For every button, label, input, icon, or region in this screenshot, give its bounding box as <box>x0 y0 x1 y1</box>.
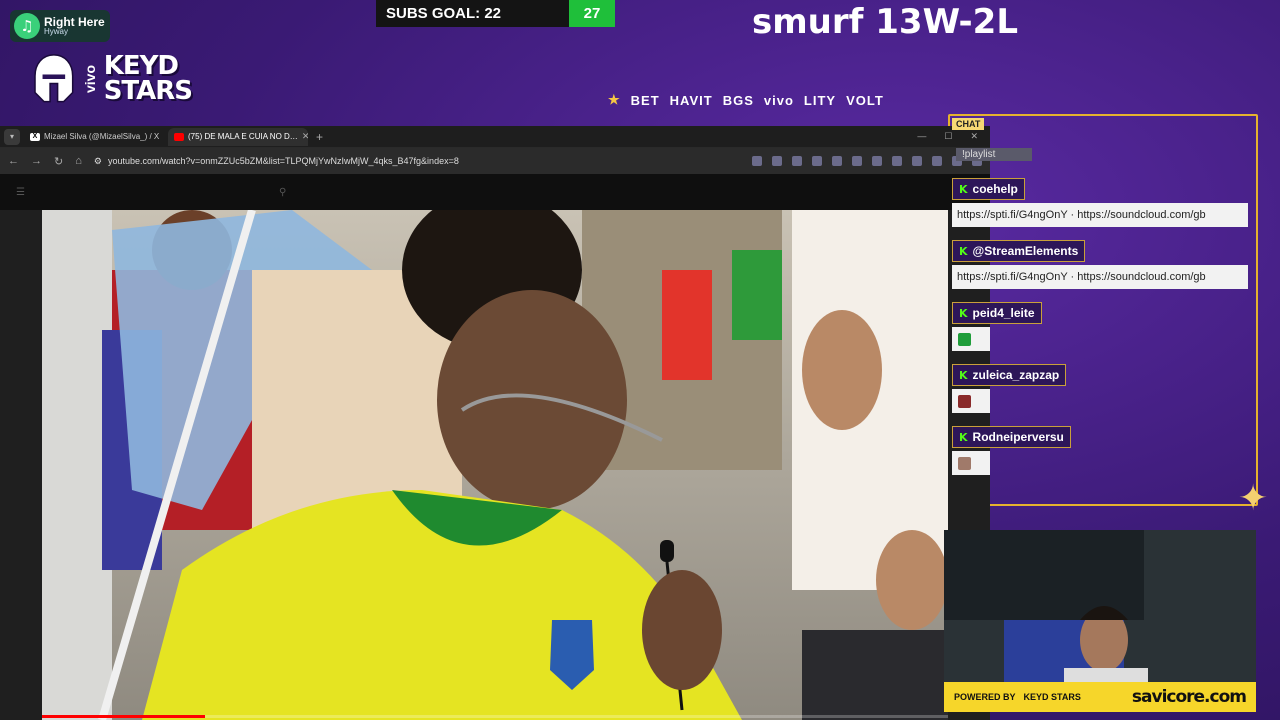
chat-message: K Rodneiperversu <box>952 426 1071 475</box>
extension-icon[interactable] <box>832 156 842 166</box>
logo-vivo-text: vivo <box>81 64 98 93</box>
username-text: @StreamElements <box>972 244 1079 258</box>
subs-goal-label: SUBS GOAL: 22 <box>376 0 569 27</box>
extension-icon[interactable] <box>792 156 802 166</box>
chat-message-text: https://spti.fi/G4ngOnY · https://soundc… <box>952 265 1248 289</box>
video-frame <box>42 210 948 720</box>
minimize-button[interactable]: — <box>917 131 926 142</box>
address-bar: ← → ↻ ⌂ ⚙ youtube.com/watch?v=onmZZUc5bZ… <box>0 148 990 174</box>
kick-badge-icon: K <box>959 244 968 258</box>
chat-username: K @StreamElements <box>952 240 1086 262</box>
search-icon[interactable]: ⚲ <box>279 187 286 198</box>
hamburger-menu-icon[interactable]: ☰ <box>16 187 25 198</box>
username-text: peid4_leite <box>972 306 1035 320</box>
url-text: youtube.com/watch?v=onmZZUc5bZM&list=TLP… <box>107 156 459 166</box>
tab-search-button[interactable]: ▾ <box>4 128 20 145</box>
webcam-panel: POWERED BY KEYD STARS savicore.com <box>944 530 1256 712</box>
tab-label: (75) DE MALA E CUIA NO D… <box>188 132 298 141</box>
extension-icon[interactable] <box>932 156 942 166</box>
music-note-icon: ♫ <box>14 13 40 39</box>
spartan-helmet-icon <box>34 54 74 103</box>
kick-badge-icon: K <box>959 182 968 196</box>
chat-message: K peid4_leite <box>952 302 1042 351</box>
username-text: zuleica_zapzap <box>972 368 1060 382</box>
chat-username: K Rodneiperversu <box>952 426 1071 448</box>
savicore-brand: savicore.com <box>1131 687 1247 707</box>
playlist-command: !playlist <box>956 148 1032 161</box>
video-player[interactable] <box>42 210 948 720</box>
sponsor-logo: LITY <box>803 92 837 108</box>
emote-icon <box>958 456 971 470</box>
subs-goal-bar: SUBS GOAL: 22 27 <box>376 0 615 27</box>
site-info-icon[interactable]: ⚙ <box>94 156 102 167</box>
chat-username: K zuleica_zapzap <box>952 364 1067 386</box>
chat-message: K zuleica_zapzap <box>952 364 1067 413</box>
emote-icon <box>958 332 971 346</box>
powered-by-bar: POWERED BY KEYD STARS savicore.com <box>944 682 1256 712</box>
tab-youtube-video[interactable]: (75) DE MALA E CUIA NO D… ✕ <box>168 127 308 146</box>
browser-window: ▾ X Mizael Silva (@MizaelSilva_) / X (75… <box>0 126 990 720</box>
chat-emote-box <box>952 327 990 351</box>
tab-label: Mizael Silva (@MizaelSilva_) / X <box>44 132 160 141</box>
kick-badge-icon: K <box>959 306 968 320</box>
youtube-header: ☰ ⚲ <box>0 174 990 210</box>
logo-line-2: STARS <box>103 76 193 106</box>
extension-icon[interactable] <box>852 156 862 166</box>
home-icon[interactable]: ⌂ <box>75 155 82 167</box>
chat-message: K @StreamElements https://spti.fi/G4ngOn… <box>952 240 1248 289</box>
sponsor-logo: BGS <box>722 92 754 108</box>
tab-bar: ▾ X Mizael Silva (@MizaelSilva_) / X (75… <box>0 126 990 148</box>
volume-icon[interactable] <box>892 156 902 166</box>
sponsor-logo: vivo <box>763 92 794 108</box>
chat-message-text: https://spti.fi/G4ngOnY · https://soundc… <box>952 203 1248 227</box>
video-progress-bar[interactable] <box>42 715 948 718</box>
star-icon: ★ <box>608 92 621 107</box>
kick-badge-icon: K <box>959 430 968 444</box>
sponsor-logo: HAVIT <box>669 92 713 108</box>
powered-by-label: POWERED BY <box>954 692 1016 702</box>
tab-close-icon[interactable]: ✕ <box>302 131 308 142</box>
now-playing-widget: ♫ Right Here Hyway <box>10 10 110 42</box>
chat-panel: CHAT !playlist K coehelp https://spti.fi… <box>952 118 1252 498</box>
extension-icon[interactable] <box>912 156 922 166</box>
username-text: Rodneiperversu <box>972 430 1064 444</box>
powered-by-logo: KEYD STARS <box>1023 691 1081 702</box>
bookmark-star-icon[interactable] <box>772 156 782 166</box>
keyd-stars-logo: vivo KEYD STARS <box>32 44 193 114</box>
chat-emote-box <box>952 389 990 413</box>
chat-username: K coehelp <box>952 178 1025 200</box>
extension-icon[interactable] <box>812 156 822 166</box>
chat-header: CHAT <box>952 118 985 130</box>
sponsor-logo: VOLT <box>846 92 884 108</box>
now-playing-artist: Hyway <box>44 27 69 37</box>
cast-icon[interactable] <box>752 156 762 166</box>
extensions-bar <box>752 156 982 166</box>
record-title: smurf 13W-2L <box>752 2 1018 42</box>
username-text: coehelp <box>972 182 1018 196</box>
reload-icon[interactable]: ↻ <box>54 155 63 168</box>
subs-goal-count: 27 <box>569 0 615 27</box>
video-progress-fill <box>42 715 206 718</box>
url-field[interactable]: ⚙ youtube.com/watch?v=onmZZUc5bZM&list=T… <box>93 155 740 167</box>
sponsor-strip: ★ BET HAVIT BGS vivo LITY VOLT <box>608 92 884 108</box>
extension-icon[interactable] <box>872 156 882 166</box>
tab-x-profile[interactable]: X Mizael Silva (@MizaelSilva_) / X <box>24 128 164 146</box>
x-logo-icon: X <box>30 132 40 141</box>
chat-message: K coehelp https://spti.fi/G4ngOnY · http… <box>952 178 1248 227</box>
kick-badge-icon: K <box>959 368 968 382</box>
chat-username: K peid4_leite <box>952 302 1042 324</box>
back-icon[interactable]: ← <box>8 155 19 167</box>
chat-emote-box <box>952 451 990 475</box>
forward-icon[interactable]: → <box>31 155 42 167</box>
new-tab-button[interactable]: + <box>312 130 327 144</box>
youtube-icon <box>174 132 184 141</box>
emote-icon <box>958 394 971 408</box>
sponsor-logo: BET <box>630 92 660 108</box>
